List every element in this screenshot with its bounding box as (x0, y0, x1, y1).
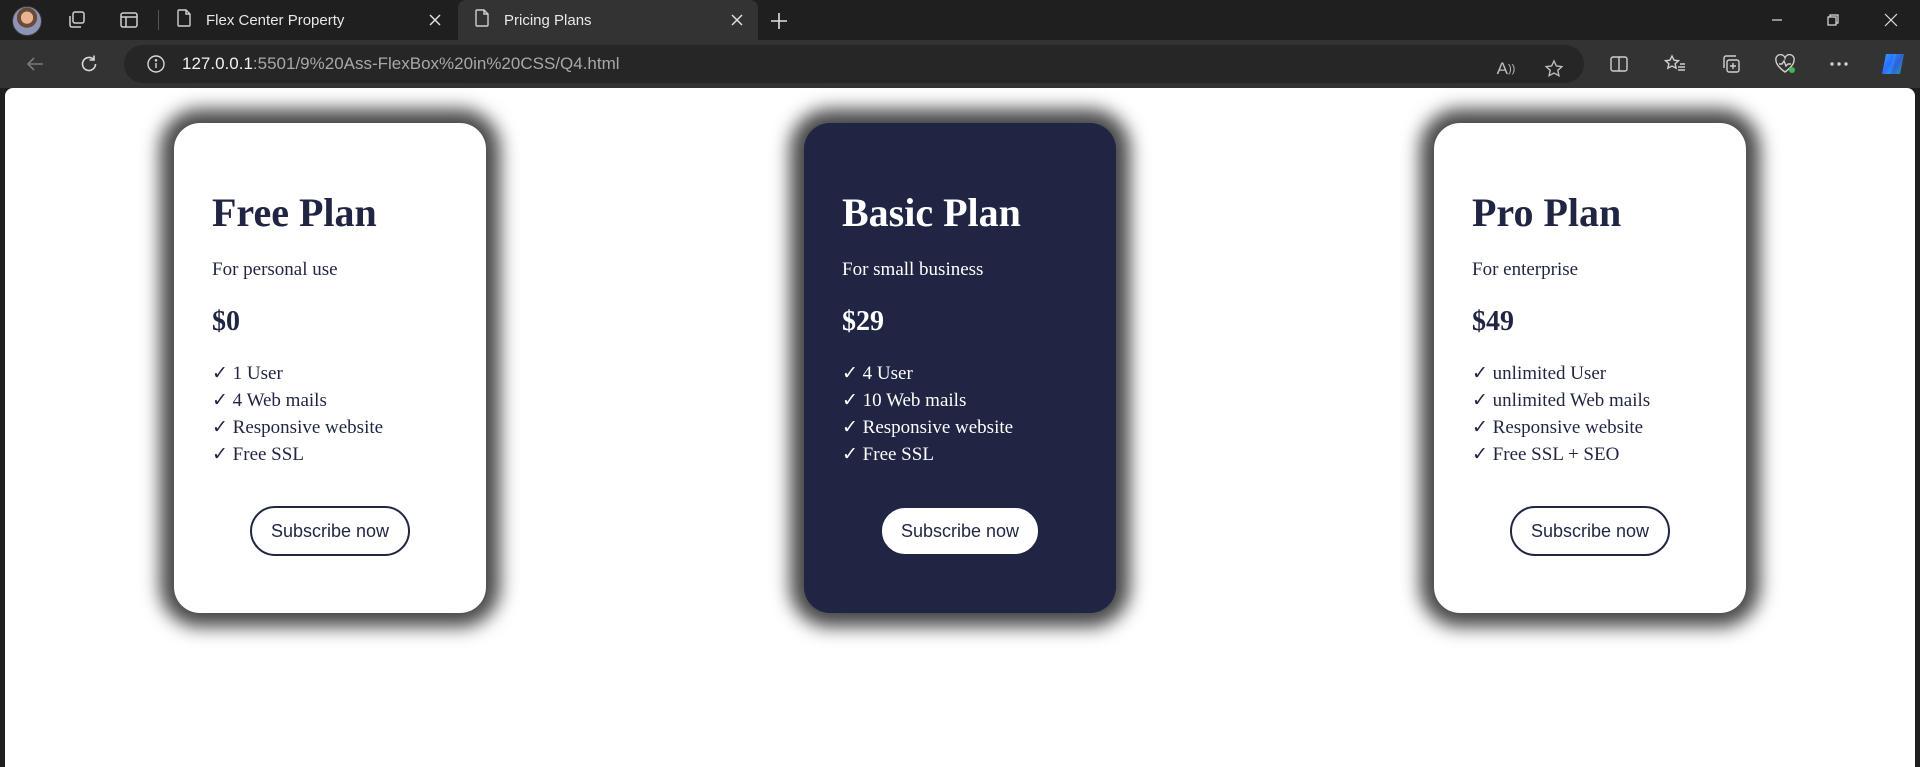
plan-description: For enterprise (1472, 259, 1579, 280)
split-screen-icon[interactable] (1604, 50, 1634, 78)
favorite-star-icon[interactable] (1540, 55, 1568, 83)
feature-item: ✓ unlimited User (1472, 363, 1607, 384)
back-button[interactable] (20, 50, 50, 78)
favorites-icon[interactable] (1660, 50, 1690, 78)
workspaces-icon[interactable] (64, 8, 90, 32)
button-wrapper: Subscribe now (842, 506, 1078, 556)
refresh-button[interactable] (74, 50, 104, 78)
plan-name: Basic Plan (842, 190, 1021, 235)
restore-button[interactable] (1818, 8, 1848, 32)
button-wrapper: Subscribe now (1472, 506, 1708, 556)
tab-close-icon[interactable] (728, 11, 746, 29)
feature-item: ✓ Responsive website (1472, 417, 1644, 438)
tab-actions-icon[interactable] (116, 8, 142, 32)
feature-item: ✓ 4 User (842, 363, 913, 384)
address-bar[interactable]: 127.0.0.1:5501/9%20Ass-FlexBox%20in%20CS… (124, 45, 1584, 83)
feature-list: ✓ 1 User ✓ 4 Web mails ✓ Responsive webs… (212, 360, 448, 468)
feature-item: ✓ unlimited Web mails (1472, 390, 1651, 411)
feature-item: ✓ 1 User (212, 363, 283, 384)
page-viewport: Free Plan For personal use $0 ✓ 1 User ✓… (5, 88, 1915, 767)
plan-price: $29 (842, 306, 884, 337)
copilot-icon[interactable] (1878, 50, 1908, 78)
url-path: :5501/9%20Ass-FlexBox%20in%20CSS/Q4.html (252, 54, 620, 73)
page-icon (176, 9, 192, 31)
pricing-card-free: Free Plan For personal use $0 ✓ 1 User ✓… (174, 123, 486, 613)
feature-item: ✓ 4 Web mails (212, 390, 327, 411)
tab-flex-center-property[interactable]: Flex Center Property (160, 0, 456, 40)
feature-item: ✓ Free SSL + SEO (1472, 444, 1620, 465)
collections-icon[interactable] (1716, 50, 1746, 78)
pricing-card-basic: Basic Plan For small business $29 ✓ 4 Us… (804, 123, 1116, 613)
subscribe-button-free[interactable]: Subscribe now (249, 506, 411, 556)
feature-list: ✓ 4 User ✓ 10 Web mails ✓ Responsive web… (842, 360, 1078, 468)
plan-price: $0 (212, 306, 240, 337)
tab-close-icon[interactable] (426, 11, 444, 29)
plan-price: $49 (1472, 306, 1514, 337)
tab-pricing-plans[interactable]: Pricing Plans (458, 0, 758, 40)
plan-name: Pro Plan (1472, 190, 1622, 235)
feature-item: ✓ 10 Web mails (842, 390, 967, 411)
subscribe-button-pro[interactable]: Subscribe now (1509, 506, 1671, 556)
page-icon (474, 9, 490, 31)
profile-avatar[interactable] (12, 6, 42, 36)
tab-title: Pricing Plans (504, 11, 592, 29)
feature-item: ✓ Responsive website (212, 417, 384, 438)
close-window-button[interactable] (1876, 8, 1906, 32)
plan-name: Free Plan (212, 190, 377, 235)
browser-essentials-icon[interactable] (1770, 50, 1800, 78)
button-wrapper: Subscribe now (212, 506, 448, 556)
url-host: 127.0.0.1 (182, 54, 253, 73)
site-info-icon[interactable] (146, 54, 166, 74)
pricing-card-pro: Pro Plan For enterprise $49 ✓ unlimited … (1434, 123, 1746, 613)
plan-description: For personal use (212, 259, 338, 280)
feature-item: ✓ Free SSL (212, 444, 304, 465)
subscribe-button-basic[interactable]: Subscribe now (879, 506, 1041, 556)
feature-item: ✓ Responsive website (842, 417, 1014, 438)
plan-description: For small business (842, 259, 984, 280)
feature-item: ✓ Free SSL (842, 444, 934, 465)
browser-toolbar: 127.0.0.1:5501/9%20Ass-FlexBox%20in%20CS… (0, 40, 1920, 88)
more-menu-icon[interactable] (1824, 50, 1854, 78)
tab-separator (158, 10, 159, 30)
new-tab-button[interactable] (766, 8, 792, 34)
read-aloud-icon[interactable]: A)) (1492, 55, 1520, 83)
feature-list: ✓ unlimited User ✓ unlimited Web mails ✓… (1472, 360, 1708, 468)
tab-title: Flex Center Property (206, 11, 345, 29)
minimize-button[interactable] (1762, 8, 1792, 32)
title-bar: Flex Center Property Pricing Plans (0, 0, 1920, 40)
